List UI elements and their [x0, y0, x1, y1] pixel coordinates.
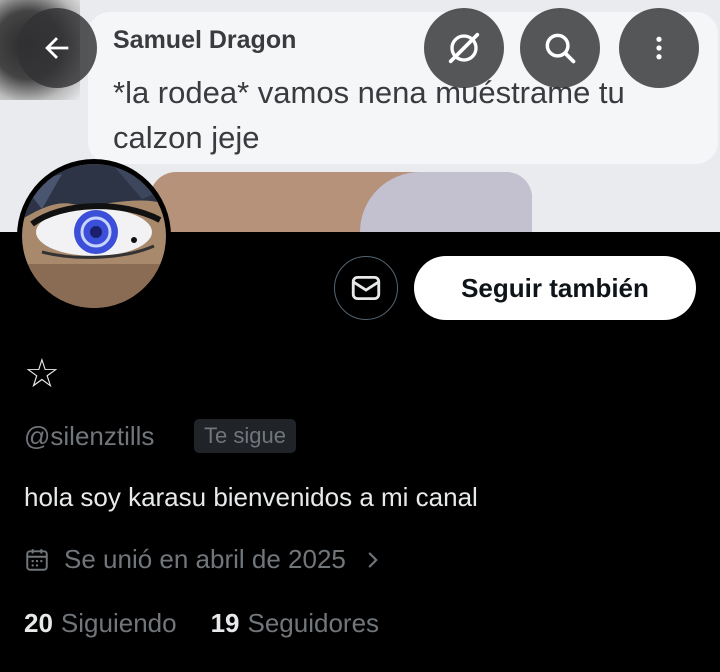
message-button[interactable]	[334, 256, 398, 320]
more-options-button[interactable]	[619, 8, 699, 88]
banner-message-text: *la rodea* vamos nena muéstrame tu calzo…	[113, 75, 625, 155]
following-label: Siguiendo	[60, 608, 177, 638]
envelope-icon	[351, 275, 381, 301]
followers-label: Seguidores	[247, 608, 380, 638]
followers-link[interactable]: 19 Seguidores	[211, 608, 379, 639]
follow-stats: 20 Siguiendo 19 Seguidores	[24, 608, 413, 639]
joined-date-row[interactable]: Se unió en abril de 2025	[24, 544, 382, 575]
banner-photo	[150, 172, 532, 232]
username-handle: @silenztills	[24, 421, 155, 451]
grok-button[interactable]	[424, 8, 504, 88]
profile-bio: hola soy karasu bienvenidos a mi canal	[24, 482, 478, 512]
back-button[interactable]	[17, 8, 97, 88]
calendar-icon	[26, 548, 48, 571]
follow-back-button[interactable]: Seguir también	[414, 256, 696, 320]
following-link[interactable]: 20 Siguiendo	[24, 608, 177, 639]
display-name: ☆	[24, 352, 60, 396]
followers-count: 19	[210, 608, 240, 638]
banner-message-author: Samuel Dragon	[113, 26, 297, 54]
profile-avatar[interactable]	[17, 159, 171, 313]
arrow-left-icon	[45, 37, 69, 59]
grok-icon	[448, 32, 480, 64]
following-count: 20	[24, 608, 53, 638]
search-button[interactable]	[520, 8, 600, 88]
more-vertical-icon	[656, 36, 662, 60]
joined-date-text: Se unió en abril de 2025	[64, 544, 346, 574]
follows-you-badge: Te sigue	[194, 419, 296, 453]
chevron-right-icon	[368, 551, 378, 568]
search-icon	[545, 33, 576, 64]
avatar-anime-eye-image	[22, 164, 166, 308]
